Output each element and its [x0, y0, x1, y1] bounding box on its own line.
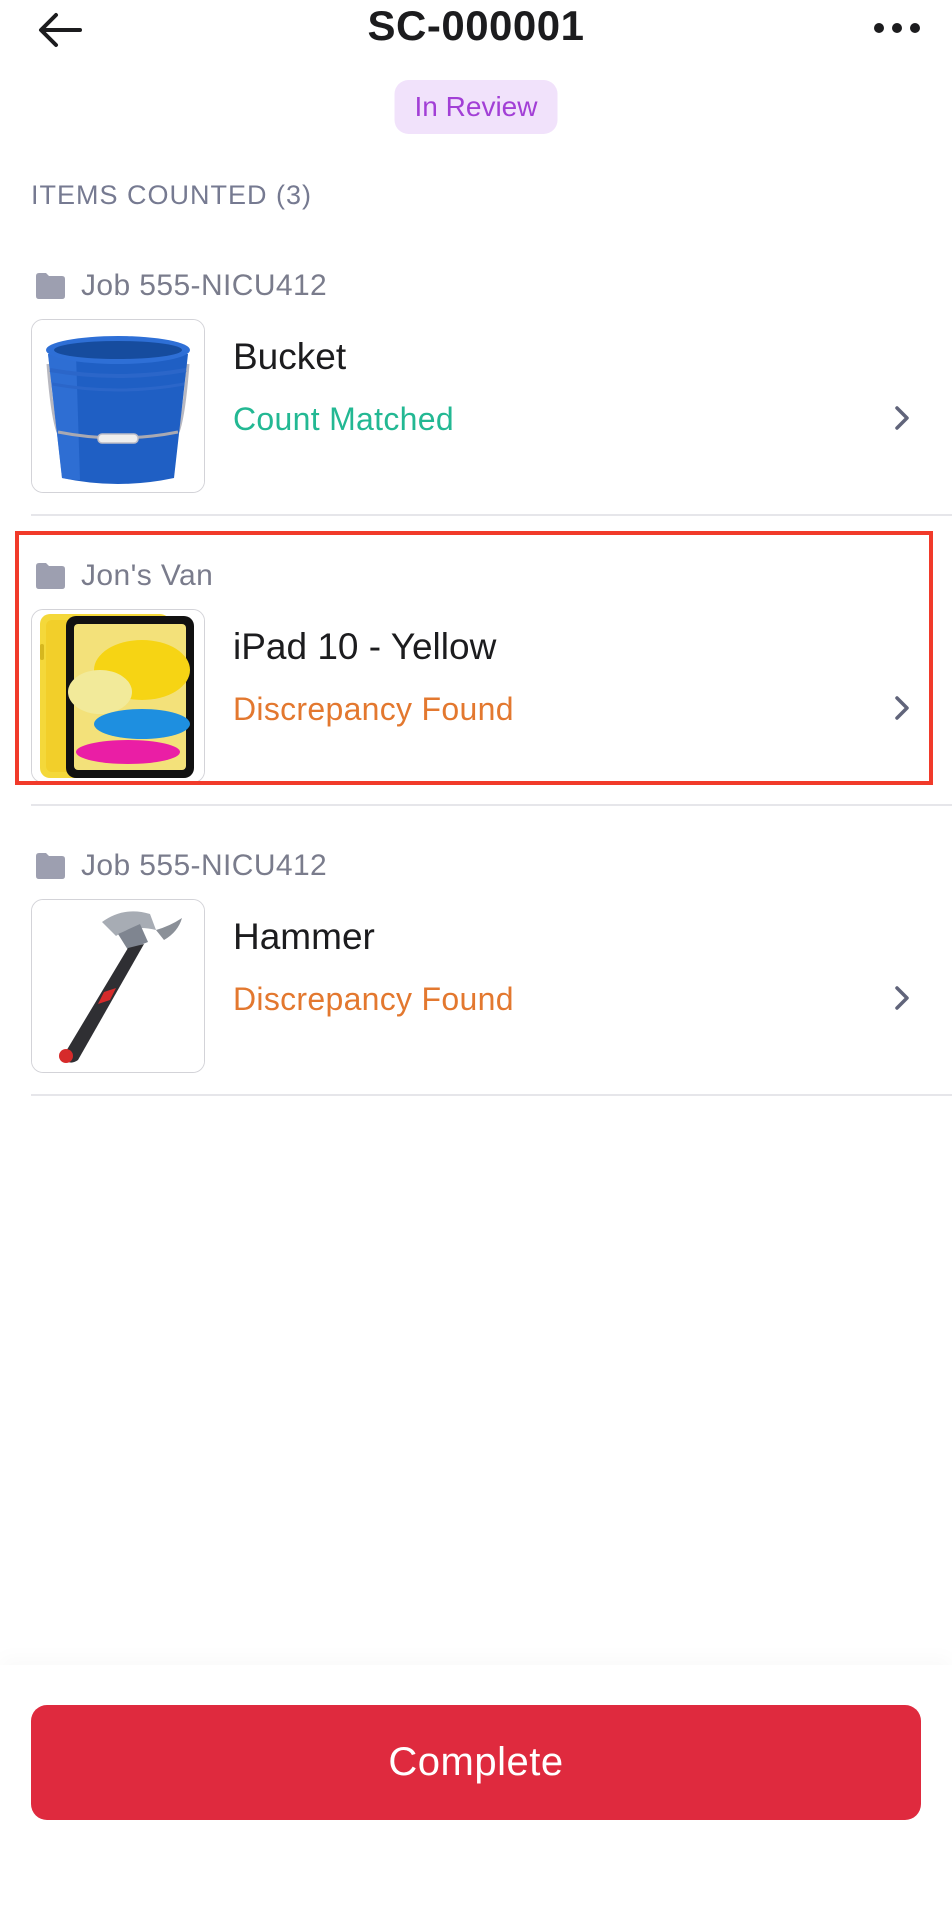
chevron-right-icon — [890, 398, 914, 438]
more-options-button[interactable] — [862, 8, 932, 48]
item-status: Count Matched — [233, 401, 454, 437]
item-location-label: Jon's Van — [81, 559, 214, 592]
list-item-hammer[interactable]: Job 555-NICU412 Hammer Discrepancy Found — [0, 806, 952, 1096]
item-status: Discrepancy Found — [233, 691, 514, 727]
item-location: Jon's Van — [34, 556, 213, 596]
footer-bar: Complete — [0, 1665, 952, 1926]
list-item-ipad[interactable]: Jon's Van iPad 10 - Yellow Discrepancy F… — [0, 516, 952, 806]
item-name: iPad 10 - Yellow — [233, 626, 497, 667]
folder-icon — [36, 273, 65, 299]
divider — [31, 1094, 952, 1096]
item-status: Discrepancy Found — [233, 981, 514, 1017]
section-header-items-counted: ITEMS COUNTED (3) — [31, 180, 313, 210]
folder-icon — [36, 563, 65, 589]
status-badge: In Review — [394, 80, 558, 134]
item-location: Job 555-NICU412 — [34, 846, 327, 886]
page-title: SC-000001 — [367, 2, 585, 49]
list-item-bucket[interactable]: Job 555-NICU412 Bucket Count Matched — [0, 226, 952, 516]
chevron-right-icon — [890, 978, 914, 1018]
item-thumbnail-ipad — [31, 609, 205, 783]
chevron-right-icon — [890, 688, 914, 728]
complete-button[interactable]: Complete — [31, 1705, 921, 1820]
item-thumbnail-bucket — [31, 319, 205, 493]
more-horizontal-icon — [874, 23, 920, 33]
folder-icon — [36, 853, 65, 879]
item-name: Hammer — [233, 916, 375, 957]
item-location-label: Job 555-NICU412 — [81, 269, 328, 302]
item-thumbnail-hammer — [31, 899, 205, 1073]
item-location: Job 555-NICU412 — [34, 266, 327, 306]
item-name: Bucket — [233, 336, 347, 377]
item-location-label: Job 555-NICU412 — [81, 849, 328, 882]
app-header: SC-000001 — [0, 0, 952, 70]
